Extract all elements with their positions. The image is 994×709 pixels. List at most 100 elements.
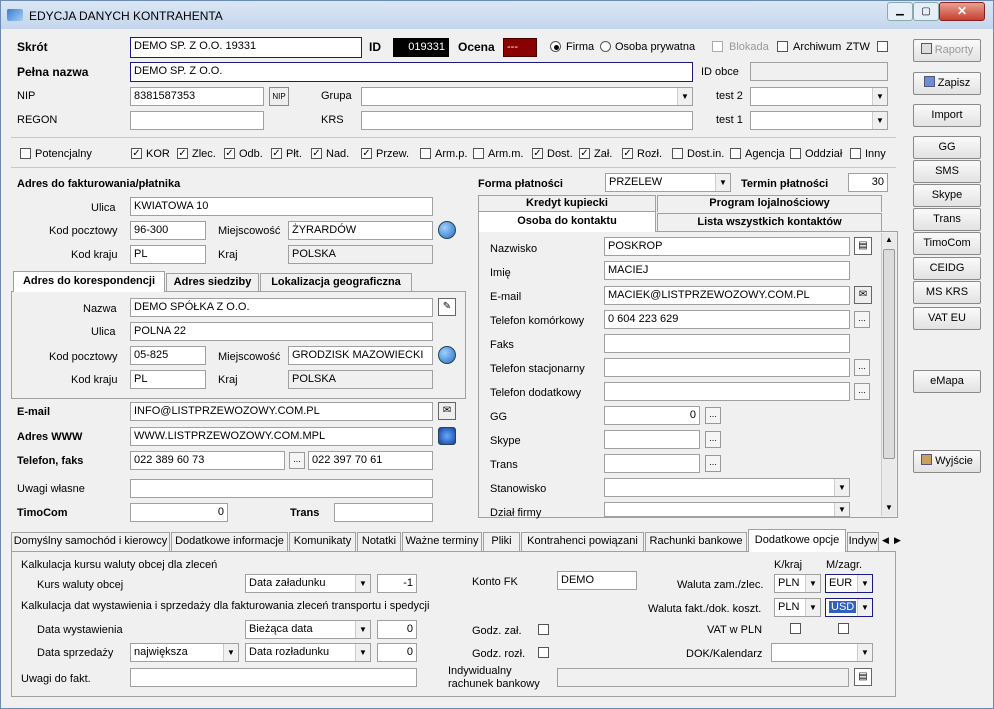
skype-more-button[interactable]: ... — [705, 431, 721, 448]
grupa-select[interactable]: ▼ — [361, 87, 693, 106]
bottom-tab-3[interactable]: Notatki — [357, 532, 401, 551]
bottom-tab-4[interactable]: Ważne terminy — [402, 532, 482, 551]
flag-checkbox[interactable] — [730, 148, 741, 159]
dzial-select[interactable]: ▼ — [604, 502, 850, 517]
sprz-select-2[interactable]: Data rozładunku — [245, 643, 371, 662]
tel-input[interactable]: 022 389 60 73 — [130, 451, 285, 470]
tab-kredyt[interactable]: Kredyt kupiecki — [478, 195, 656, 212]
fax-input[interactable]: 022 397 70 61 — [308, 451, 433, 470]
tab-program[interactable]: Program lojalnościowy — [657, 195, 882, 212]
godz-rozl-checkbox[interactable] — [538, 647, 549, 658]
bottom-tab-8[interactable]: Dodatkowe opcje — [748, 529, 846, 552]
osoba-radio[interactable] — [600, 41, 611, 52]
side-button-gg[interactable]: GG — [913, 136, 981, 159]
chevron-down-icon[interactable]: ▼ — [805, 599, 820, 616]
billing-miejsc-input[interactable]: ŻYRARDÓW — [288, 221, 433, 240]
timocom-input[interactable]: 0 — [130, 503, 228, 522]
forma-select[interactable]: PRZELEW — [605, 173, 731, 192]
idobce-input[interactable] — [750, 62, 888, 81]
wyst-select[interactable]: Bieżąca data — [245, 620, 371, 639]
stac-more-button[interactable]: ... — [854, 359, 870, 376]
side-button-skype[interactable]: Skype — [913, 184, 981, 207]
faks-input[interactable] — [604, 334, 850, 353]
scroll-up-icon[interactable]: ▲ — [885, 235, 893, 244]
trans-input[interactable] — [334, 503, 433, 522]
contact-card-icon[interactable]: ▤ — [854, 237, 872, 255]
billing-ulica-input[interactable]: KWIATOWA 10 — [130, 197, 433, 216]
blokada-checkbox[interactable] — [712, 41, 723, 52]
chevron-down-icon[interactable]: ▼ — [355, 575, 370, 592]
side-button-raporty[interactable]: Raporty — [913, 39, 981, 62]
test1-select[interactable]: ▼ — [750, 111, 888, 130]
flag-checkbox[interactable] — [420, 148, 431, 159]
sprz-input[interactable]: 0 — [377, 643, 417, 662]
vat-m-checkbox[interactable] — [838, 623, 849, 634]
billing-krajkod-input[interactable]: PL — [130, 245, 206, 264]
nazwisko-input[interactable]: POSKROP — [604, 237, 850, 256]
test2-select[interactable]: ▼ — [750, 87, 888, 106]
tab-adres-korespondencji[interactable]: Adres do korespondencji — [13, 271, 165, 292]
bottom-tab-2[interactable]: Komunikaty — [289, 532, 356, 551]
flag-checkbox[interactable]: ✓ — [532, 148, 543, 159]
chevron-down-icon[interactable]: ▼ — [223, 644, 238, 661]
pelna-input[interactable]: DEMO SP. Z O.O. — [130, 62, 693, 82]
minimize-button[interactable]: ▁ — [887, 2, 913, 21]
corr-nazwa-input[interactable]: DEMO SPÓŁKA Z O.O. — [130, 298, 433, 317]
browser-icon[interactable] — [438, 427, 456, 445]
bottom-tab-9[interactable]: Indyw — [847, 532, 879, 551]
tab-osoba[interactable]: Osoba do kontaktu — [478, 211, 656, 232]
bottom-tab-5[interactable]: Pliki — [483, 532, 520, 551]
indyw-input[interactable] — [557, 668, 849, 687]
vat-k-checkbox[interactable] — [790, 623, 801, 634]
flag-checkbox[interactable]: ✓ — [622, 148, 633, 159]
ztw-checkbox[interactable] — [877, 41, 888, 52]
corr-miejsc-input[interactable]: GRODZISK MAZOWIECKI — [288, 346, 433, 365]
trans-more-button[interactable]: ... — [705, 455, 721, 472]
side-button-wyj-cie[interactable]: Wyjście — [913, 450, 981, 473]
edit-document-icon[interactable]: ✎ — [438, 298, 456, 316]
kurs-select[interactable]: Data załadunku — [245, 574, 371, 593]
bank-account-icon[interactable]: ▤ — [854, 668, 872, 686]
flag-checkbox[interactable] — [20, 148, 31, 159]
flag-checkbox[interactable]: ✓ — [271, 148, 282, 159]
scroll-down-icon[interactable]: ▼ — [885, 503, 893, 512]
corr-ulica-input[interactable]: POLNA 22 — [130, 322, 433, 341]
bottom-tab-7[interactable]: Rachunki bankowe — [645, 532, 747, 551]
dod-more-button[interactable]: ... — [854, 383, 870, 400]
skrot-input[interactable]: DEMO SP. Z O.O. 19331 — [130, 37, 362, 58]
regon-input[interactable] — [130, 111, 264, 130]
kom-more-button[interactable]: ... — [854, 311, 870, 328]
globe-icon[interactable] — [438, 346, 456, 364]
chevron-down-icon[interactable]: ▼ — [715, 174, 730, 191]
email-input[interactable]: INFO@LISTPRZEWOZOWY.COM.PL — [130, 402, 433, 421]
tab-adres-siedziby[interactable]: Adres siedziby — [166, 273, 259, 291]
stac-input[interactable] — [604, 358, 850, 377]
close-button[interactable]: ✕ — [939, 2, 985, 21]
flag-checkbox[interactable]: ✓ — [131, 148, 142, 159]
side-button-zapisz[interactable]: Zapisz — [913, 72, 981, 95]
stan-select[interactable]: ▼ — [604, 478, 850, 497]
chevron-down-icon[interactable]: ▼ — [857, 599, 872, 616]
mail-icon[interactable]: ✉ — [438, 402, 456, 420]
side-button-emapa[interactable]: eMapa — [913, 370, 981, 393]
tabs-scroll-right-icon[interactable]: ▶ — [894, 535, 901, 546]
side-button-trans[interactable]: Trans — [913, 208, 981, 231]
skype-input[interactable] — [604, 430, 700, 449]
tabs-scroll-left-icon[interactable]: ◀ — [882, 535, 889, 546]
uwagi-input[interactable] — [130, 479, 433, 498]
mail-icon[interactable]: ✉ — [854, 286, 872, 304]
kom-input[interactable]: 0 604 223 629 — [604, 310, 850, 329]
archiwum-checkbox[interactable] — [777, 41, 788, 52]
wyst-input[interactable]: 0 — [377, 620, 417, 639]
flag-checkbox[interactable] — [790, 148, 801, 159]
bottom-tab-1[interactable]: Dodatkowe informacje — [171, 532, 288, 551]
tel-more-button[interactable]: ... — [289, 452, 305, 469]
scroll-thumb[interactable] — [883, 249, 895, 459]
billing-kod-input[interactable]: 96-300 — [130, 221, 206, 240]
maximize-button[interactable]: ▢ — [913, 2, 939, 21]
chevron-down-icon[interactable]: ▼ — [355, 621, 370, 638]
flag-checkbox[interactable] — [473, 148, 484, 159]
side-button-vat-eu[interactable]: VAT EU — [913, 307, 981, 330]
chevron-down-icon[interactable]: ▼ — [805, 575, 820, 592]
kurs-input[interactable]: -1 — [377, 574, 417, 593]
